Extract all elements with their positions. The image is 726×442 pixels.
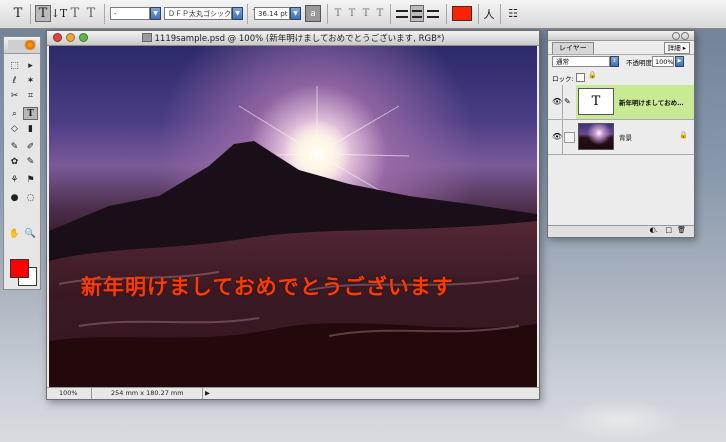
move-tool-icon[interactable]: ▸ [23,59,38,72]
toolbox: ⬚ ▸ ℓ ✶ ✂ ⌗ ⌕ T ◇ ▮ ✎ ✐ ✿ ✎ ⚘ ⚑ ● ◌ ✋ 🔍 [3,36,41,290]
opacity-slider-button[interactable]: ▶ [675,56,684,67]
separator [390,4,391,24]
background-layer-thumbnail [578,123,614,150]
separator [446,4,447,24]
layers-tab-row: レイヤー 詳細 ▸ [548,41,694,55]
warp-text-icon[interactable]: 人 [482,5,496,22]
sponge-tool-icon[interactable]: ◌ [23,191,38,204]
separator [104,4,105,24]
align-right-icon[interactable] [426,5,440,22]
separator [478,4,479,24]
lock-label: ロック: [552,75,574,83]
status-menu-arrow-icon[interactable]: ▶ [205,388,210,399]
layers-panel-footer: ◐. □ 🗑 [548,225,694,237]
document-title: 1119sample.psd @ 100% (新年明けましておめでとうございます… [47,32,539,44]
toolbox-header[interactable] [4,37,40,54]
style-strike-button[interactable]: T [374,5,386,22]
vertical-type-button[interactable]: ↓T [51,5,68,22]
style-underline-button[interactable]: T [360,5,372,22]
separator [247,4,248,24]
greeting-text-layer[interactable]: 新年明けましておめでとうございます [81,271,454,301]
hand-tool-icon[interactable]: ✋ [7,227,22,240]
panel-collapse-icon[interactable] [681,32,689,40]
layer-row-text[interactable]: 👁 ✎ T 新年明けましておめ… [548,85,694,120]
type-tool-icon[interactable]: T [10,5,26,22]
slice-tool-icon[interactable]: ⌗ [23,89,38,102]
vertical-mask-button[interactable]: T [84,5,98,22]
document-file-icon [141,33,152,42]
font-family-dropdown[interactable]: ▼ [150,7,161,20]
document-size: 254 mm x 180.27 mm [111,389,184,397]
eye-icon[interactable]: 👁 [552,97,562,106]
stamp-tool-icon[interactable]: ✿ [7,155,22,168]
brush-link-icon: ✎ [564,97,571,106]
align-center-icon[interactable] [410,5,424,22]
opacity-input[interactable]: 100% [652,56,674,67]
lock-transparency-checkbox[interactable] [576,73,585,82]
paint-bucket-tool-icon[interactable]: ◇ [7,122,22,135]
tab-layers[interactable]: レイヤー [552,42,594,54]
gradient-tool-icon[interactable]: ▮ [23,122,38,135]
font-style-dropdown[interactable]: ▼ [232,7,243,20]
adjustment-layer-icon[interactable]: ◐. [650,226,658,234]
separator [30,4,31,24]
history-brush-tool-icon[interactable]: ✎ [23,155,38,168]
separator [327,4,328,24]
crop-tool-icon[interactable]: ✂ [7,89,22,102]
font-family-select[interactable]: - [110,7,150,20]
separator [500,4,501,24]
lasso-tool-icon[interactable]: ℓ [7,74,22,87]
dodge-tool-icon[interactable]: ● [7,191,22,204]
options-bar: T T ↓T T T - ▼ ＤＦＰ太丸ゴシック体 ▼ ᵀT 36.14 pt … [0,0,726,29]
layers-panel-titlebar[interactable] [548,31,694,41]
align-left-icon[interactable] [395,5,409,22]
background-layer-name[interactable]: 背景 [619,132,632,142]
text-color-swatch[interactable] [452,6,472,21]
horizontal-type-button[interactable]: T [35,5,51,22]
marquee-tool-icon[interactable]: ⬚ [7,59,22,72]
toolbox-logo-icon [8,40,36,50]
brush-tool-icon[interactable]: ✎ [7,140,22,153]
blend-mode-dropdown[interactable]: ⇕ [610,56,619,67]
sharpen-tool-icon[interactable]: ⚑ [23,173,38,186]
layers-panel: レイヤー 詳細 ▸ 通常 ⇕ 不透明度: 100% ▶ ロック: 🔒 👁 ✎ T… [547,30,695,238]
layer-row-background[interactable]: 👁 背景 🔒 [548,120,694,155]
trash-icon[interactable]: 🗑 [677,226,686,234]
font-size-input[interactable]: 36.14 pt [254,7,290,20]
image-canvas[interactable]: 新年明けましておめでとうございます [49,46,537,388]
opacity-label: 不透明度: [626,59,655,67]
blur-tool-icon[interactable]: ⚘ [7,173,22,186]
shape-tool-icon[interactable]: ⌕ [7,107,22,120]
mountain-sunrise-image [49,86,537,388]
font-style-select[interactable]: ＤＦＰ太丸ゴシック体 [164,7,232,20]
horizontal-mask-button[interactable]: T [68,5,82,22]
document-status-bar: 100% 254 mm x 180.27 mm ▶ [47,387,539,399]
magic-wand-tool-icon[interactable]: ✶ [23,74,38,87]
style-italic-button[interactable]: T [346,5,358,22]
blend-mode-select[interactable]: 通常 [552,56,610,67]
foreground-color-swatch[interactable] [10,259,29,278]
separator [91,388,92,399]
style-bold-button[interactable]: T [332,5,344,22]
text-layer-name[interactable]: 新年明けましておめ… [619,97,684,107]
zoom-level[interactable]: 100% [59,388,78,399]
document-window: 1119sample.psd @ 100% (新年明けましておめでとうございます… [46,30,540,400]
font-size-dropdown[interactable]: ▼ [290,7,301,20]
character-palette-icon[interactable]: ☷ [506,5,520,22]
panel-close-icon[interactable] [672,32,680,40]
anti-alias-icon[interactable]: a [305,5,321,22]
layer-link-box[interactable] [564,132,575,143]
type-tool-icon[interactable]: T [23,107,38,120]
text-layer-thumbnail: T [578,88,614,115]
separator [202,388,203,399]
new-layer-icon[interactable]: □ [665,226,672,234]
zoom-tool-icon[interactable]: 🔍 [23,227,38,240]
background-lock-icon: 🔒 [679,131,688,139]
document-titlebar[interactable]: 1119sample.psd @ 100% (新年明けましておめでとうございます… [47,31,539,46]
eye-icon[interactable]: 👁 [552,132,562,141]
lock-all-icon[interactable]: 🔒 [588,71,597,79]
pencil-tool-icon[interactable]: ✐ [23,140,38,153]
detail-menu-button[interactable]: 詳細 ▸ [663,42,690,54]
